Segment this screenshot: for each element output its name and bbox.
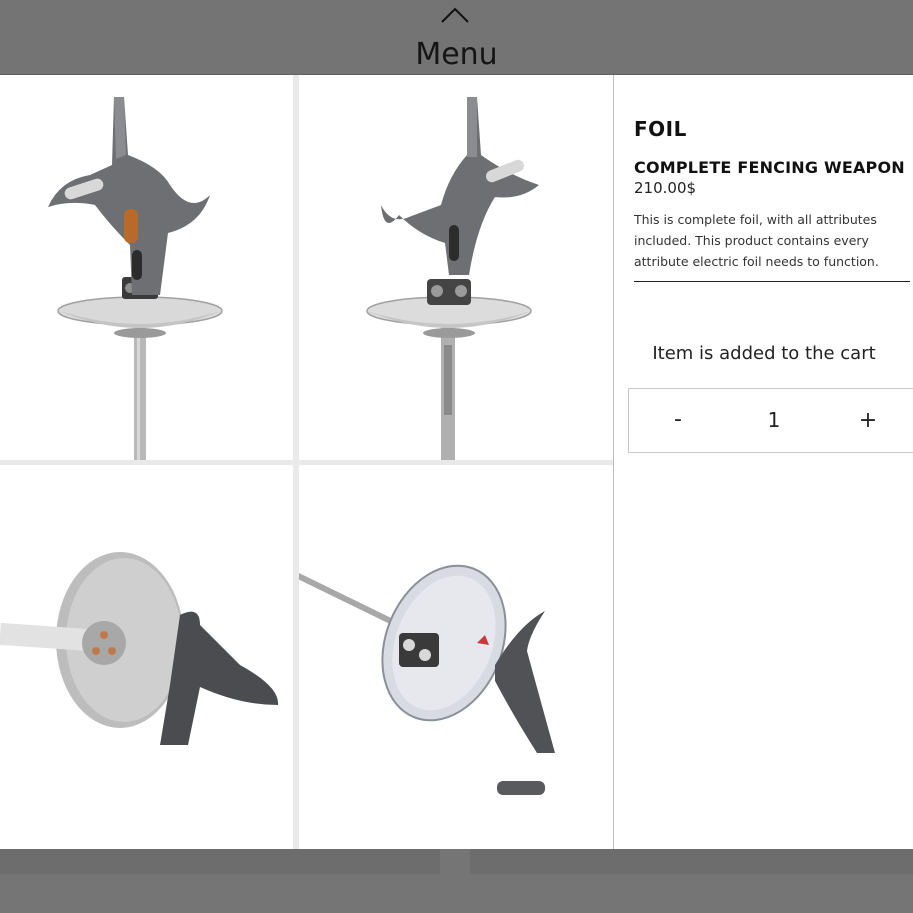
divider bbox=[634, 281, 910, 282]
page-overlay-bottom bbox=[0, 849, 913, 913]
product-name: COMPLETE FENCING WEAPON bbox=[634, 158, 905, 177]
product-gallery bbox=[0, 75, 613, 849]
gallery-image-bell-side[interactable] bbox=[0, 465, 293, 849]
foil-bell-inside-image bbox=[299, 465, 613, 849]
quantity-decrease-button[interactable]: - bbox=[663, 405, 693, 435]
product-description: This is complete foil, with all attribut… bbox=[634, 212, 879, 269]
menu-bar[interactable]: Menu bbox=[0, 0, 913, 75]
product-info-panel: FOIL COMPLETE FENCING WEAPON 210.00$ Thi… bbox=[613, 75, 913, 849]
foil-guard-back-image bbox=[299, 75, 613, 460]
quantity-value[interactable]: 1 bbox=[759, 405, 789, 435]
gallery-image-guard-front[interactable] bbox=[0, 75, 293, 460]
gallery-image-guard-back[interactable] bbox=[299, 75, 613, 460]
chevron-up-icon[interactable] bbox=[440, 6, 470, 24]
product-category: FOIL bbox=[634, 117, 687, 141]
menu-label[interactable]: Menu bbox=[0, 36, 913, 74]
background-product-card bbox=[0, 849, 440, 874]
gallery-image-bell-inside[interactable] bbox=[299, 465, 613, 849]
foil-bell-side-image bbox=[0, 465, 293, 849]
cart-notice: Item is added to the cart bbox=[652, 343, 876, 364]
foil-guard-front-image bbox=[0, 75, 293, 460]
product-price: 210.00$ bbox=[634, 179, 697, 197]
product-page: Menu FOIL COMPLETE FENCING WEAPON 210.00… bbox=[0, 0, 913, 913]
background-product-card bbox=[470, 849, 913, 874]
quantity-increase-button[interactable]: + bbox=[853, 406, 883, 436]
quantity-stepper: - 1 + bbox=[628, 388, 913, 453]
